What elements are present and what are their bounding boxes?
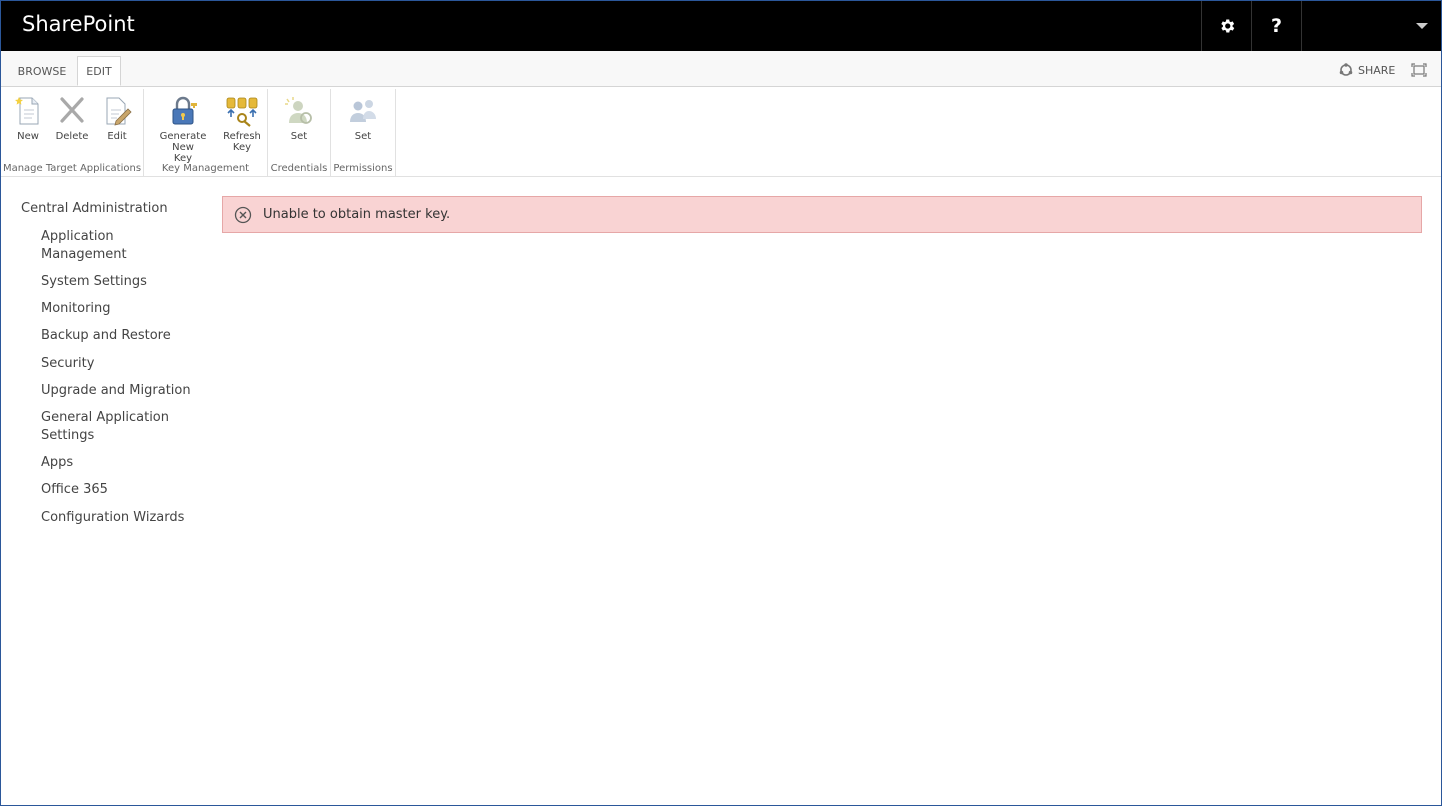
nav-item-configuration-wizards[interactable]: Configuration Wizards (41, 509, 191, 527)
group-label-permissions: Permissions (333, 163, 393, 174)
set-permissions-button[interactable]: Set (344, 95, 382, 142)
refresh-key-label-1: Refresh (223, 131, 261, 142)
nav-item-general-application-settings[interactable]: General Application Settings (41, 409, 191, 445)
refresh-key-label-2: Key (232, 142, 252, 153)
edit-button[interactable]: Edit (98, 95, 136, 142)
group-label-credentials: Credentials (270, 163, 328, 174)
ribbon: New Delete Edit Manage Target Applicatio… (1, 87, 1441, 177)
nav-item-security[interactable]: Security (41, 355, 191, 373)
group-manage-target-applications: New Delete Edit Manage Target Applicatio… (1, 89, 144, 176)
nav-item-monitoring[interactable]: Monitoring (41, 300, 191, 318)
tab-browse[interactable]: BROWSE (13, 57, 71, 85)
delete-icon (60, 97, 84, 123)
nav-central-administration[interactable]: Central Administration (21, 201, 168, 216)
nav-item-backup-and-restore[interactable]: Backup and Restore (41, 327, 191, 345)
delete-label: Delete (55, 131, 89, 142)
set-permissions-label: Set (354, 131, 372, 142)
permissions-icon (350, 100, 376, 122)
help-button[interactable]: ? (1251, 1, 1301, 51)
ribbon-tab-row: BROWSE EDIT (1, 51, 1441, 87)
settings-button[interactable] (1201, 1, 1251, 51)
share-label: SHARE (1358, 63, 1396, 77)
gear-icon (1220, 19, 1234, 33)
focus-on-content-icon[interactable] (1411, 63, 1427, 77)
set-credentials-label: Set (290, 131, 308, 142)
share-icon (1339, 63, 1353, 76)
nav-item-application-management[interactable]: Application Management (41, 228, 191, 264)
error-circle-x-icon (234, 206, 252, 223)
new-icon (15, 97, 39, 125)
edit-label: Edit (107, 131, 127, 142)
refresh-key-icon (226, 97, 258, 127)
chevron-down-icon (1416, 23, 1428, 29)
group-label-key-management: Key Management (161, 163, 250, 174)
edit-icon (106, 97, 132, 126)
generate-new-key-button[interactable]: Generate New Key (148, 95, 218, 164)
refresh-key-button[interactable]: Refresh Key (222, 95, 262, 153)
new-button[interactable]: New (9, 95, 47, 142)
credentials-icon (285, 97, 312, 124)
generate-new-key-label-1: Generate New (159, 131, 207, 153)
error-banner: Unable to obtain master key. (222, 196, 1422, 233)
group-label-manage: Manage Target Applications (2, 163, 142, 174)
app-title[interactable]: SharePoint (22, 12, 135, 36)
suite-bar: SharePoint ? (1, 1, 1441, 51)
share-button[interactable]: SHARE (1339, 63, 1395, 77)
group-credentials: Set Credentials (268, 89, 331, 176)
tab-edit[interactable]: EDIT (77, 56, 121, 86)
help-icon: ? (1270, 15, 1283, 37)
group-key-management: Generate New Key Refresh Key Key Managem… (144, 89, 268, 176)
error-message: Unable to obtain master key. (263, 207, 451, 222)
set-credentials-button[interactable]: Set (280, 95, 318, 142)
nav-item-system-settings[interactable]: System Settings (41, 273, 191, 291)
lock-key-icon (172, 96, 197, 125)
nav-item-upgrade-and-migration[interactable]: Upgrade and Migration (41, 382, 191, 400)
nav-item-apps[interactable]: Apps (41, 454, 191, 472)
new-label: New (17, 131, 39, 142)
nav-item-office-365[interactable]: Office 365 (41, 481, 191, 499)
delete-button[interactable]: Delete (53, 95, 91, 142)
user-menu[interactable] (1301, 1, 1442, 51)
group-permissions: Set Permissions (331, 89, 396, 176)
